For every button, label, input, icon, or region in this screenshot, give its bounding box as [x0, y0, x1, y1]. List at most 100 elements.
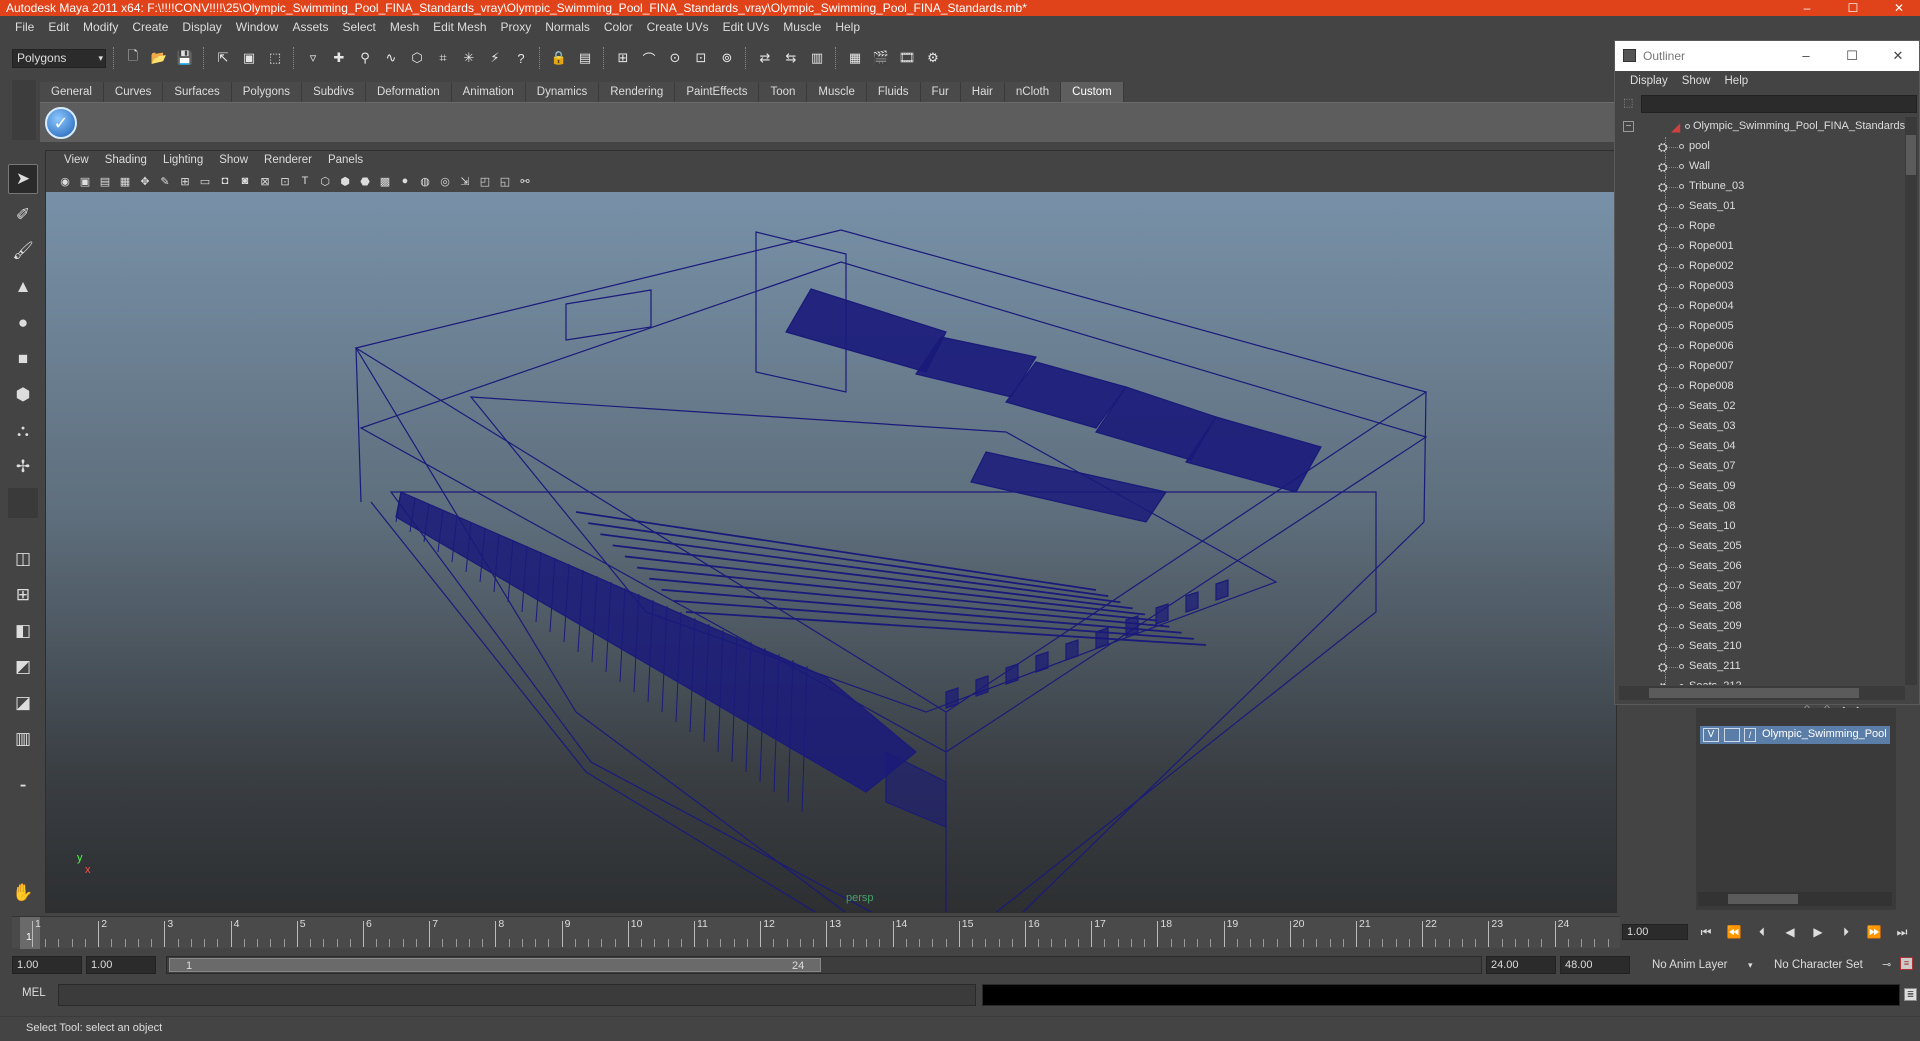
shelf-tab-fluids[interactable]: Fluids: [866, 82, 921, 102]
open-scene-icon[interactable]: 📂: [148, 47, 170, 69]
move-tool-icon[interactable]: ▲: [8, 272, 38, 302]
film-gate-icon[interactable]: ▭: [196, 172, 214, 190]
outliner-item[interactable]: ⛭ Rope: [1619, 217, 1905, 237]
select-curve-icon[interactable]: ∿: [380, 47, 402, 69]
layer-color-swatch[interactable]: /: [1744, 728, 1756, 742]
collapse-toggle-icon[interactable]: −: [1623, 121, 1634, 132]
select-joint-icon[interactable]: ⚲: [354, 47, 376, 69]
outliner-maximize-button[interactable]: ☐: [1829, 41, 1875, 71]
outliner-menu-display[interactable]: Display: [1623, 71, 1675, 91]
outliner-item[interactable]: ⛭ Seats_10: [1619, 517, 1905, 537]
new-scene-icon[interactable]: 🗋: [122, 47, 144, 69]
two-d-pan-icon[interactable]: ✥: [136, 172, 154, 190]
step-forward-frame-icon[interactable]: ⏵: [1836, 924, 1856, 940]
select-misc-icon[interactable]: ?: [510, 47, 532, 69]
shelf-tab-rendering[interactable]: Rendering: [599, 82, 676, 102]
menu-create[interactable]: Create: [125, 17, 175, 38]
menu-edit-uvs[interactable]: Edit UVs: [716, 17, 777, 38]
outliner-item[interactable]: ⛭ pool: [1619, 137, 1905, 157]
xray-joints-icon[interactable]: ◱: [496, 172, 514, 190]
outliner-item[interactable]: ⛭ Rope001: [1619, 237, 1905, 257]
universal-manipulator-icon[interactable]: ⬢: [8, 380, 38, 410]
select-surface-icon[interactable]: ⬡: [406, 47, 428, 69]
outliner-vscrollbar[interactable]: [1905, 117, 1917, 685]
command-input[interactable]: [58, 984, 976, 1006]
image-plane-icon[interactable]: ▦: [116, 172, 134, 190]
outliner-menu-show[interactable]: Show: [1675, 71, 1718, 91]
menu-proxy[interactable]: Proxy: [494, 17, 539, 38]
menu-color[interactable]: Color: [597, 17, 640, 38]
viewport-menu-show[interactable]: Show: [211, 151, 256, 170]
outliner-item[interactable]: ⛭ Rope008: [1619, 377, 1905, 397]
layer-visibility-toggle[interactable]: V: [1703, 728, 1719, 742]
shelf-tab-subdivs[interactable]: Subdivs: [302, 82, 366, 102]
menu-edit[interactable]: Edit: [41, 17, 76, 38]
select-hierarchy-icon[interactable]: ⇱: [212, 47, 234, 69]
shelf-tab-general[interactable]: General: [40, 82, 104, 102]
persp-graph-hypergraph-layout-icon[interactable]: ▥: [8, 724, 38, 754]
command-language-label[interactable]: MEL: [22, 987, 46, 999]
select-dynamics-icon[interactable]: ✳: [458, 47, 480, 69]
resolution-gate-icon[interactable]: ◘: [216, 172, 234, 190]
safe-title-icon[interactable]: T: [296, 172, 314, 190]
select-handle-icon[interactable]: ✚: [328, 47, 350, 69]
outliner-item[interactable]: ⛭ Rope005: [1619, 317, 1905, 337]
key-icon[interactable]: ⊸: [1882, 958, 1891, 971]
step-back-frame-icon[interactable]: ⏴: [1752, 924, 1772, 940]
viewport-menu-lighting[interactable]: Lighting: [155, 151, 211, 170]
lock-selection-icon[interactable]: 🔒: [548, 47, 570, 69]
select-component-icon[interactable]: ⬚: [264, 47, 286, 69]
menu-edit-mesh[interactable]: Edit Mesh: [426, 17, 493, 38]
output-ops-icon[interactable]: ⇆: [780, 47, 802, 69]
go-to-start-icon[interactable]: ⏮: [1696, 924, 1716, 940]
playback-end-field[interactable]: 24.00: [1486, 956, 1556, 974]
menu-help[interactable]: Help: [828, 17, 867, 38]
maximize-button[interactable]: ☐: [1830, 0, 1876, 16]
shelf-tab-custom[interactable]: Custom: [1061, 82, 1124, 102]
four-view-layout-icon[interactable]: ⊞: [8, 580, 38, 610]
highlight-selection-icon[interactable]: ▤: [574, 47, 596, 69]
save-scene-icon[interactable]: 💾: [174, 47, 196, 69]
paint-select-tool-icon[interactable]: 🖌: [8, 236, 38, 266]
render-view-icon[interactable]: ▦: [844, 47, 866, 69]
shelf-tab-ncloth[interactable]: nCloth: [1004, 82, 1062, 102]
outliner-item[interactable]: ⛭ Seats_04: [1619, 437, 1905, 457]
hypershade-layout-icon[interactable]: ◪: [8, 688, 38, 718]
menu-set-dropdown[interactable]: Polygons ▾: [12, 48, 106, 68]
outliner-item[interactable]: ⛭ Seats_205: [1619, 537, 1905, 557]
anim-prefs-icon[interactable]: ≡: [1900, 957, 1913, 970]
outliner-item[interactable]: ⛭ Seats_07: [1619, 457, 1905, 477]
select-object-icon[interactable]: ▣: [238, 47, 260, 69]
play-backwards-icon[interactable]: ◀: [1780, 924, 1800, 940]
playback-start-field[interactable]: 1.00: [86, 956, 156, 974]
menu-normals[interactable]: Normals: [538, 17, 597, 38]
ipr-render-icon[interactable]: 🎞: [896, 47, 918, 69]
outliner-root-item[interactable]: − ◢ Olympic_Swimming_Pool_FINA_Standards: [1619, 117, 1905, 137]
scrollbar-thumb[interactable]: [1728, 894, 1798, 904]
menu-muscle[interactable]: Muscle: [776, 17, 828, 38]
grid-toggle-icon[interactable]: ⊞: [176, 172, 194, 190]
filter-icon[interactable]: ⬚: [1623, 96, 1637, 110]
viewport-menu-view[interactable]: View: [56, 151, 97, 170]
outliner-item[interactable]: ⛭ Seats_08: [1619, 497, 1905, 517]
wireframe-shading-icon[interactable]: ⬡: [316, 172, 334, 190]
menu-select[interactable]: Select: [335, 17, 382, 38]
input-ops-icon[interactable]: ⇄: [754, 47, 776, 69]
shelf-tab-toon[interactable]: Toon: [759, 82, 808, 102]
shelf-tab-fur[interactable]: Fur: [920, 82, 961, 102]
isolate-select-icon[interactable]: ⇲: [456, 172, 474, 190]
bookmark-icon[interactable]: ▤: [96, 172, 114, 190]
shelf-tab-polygons[interactable]: Polygons: [231, 82, 303, 102]
step-forward-key-icon[interactable]: ⏩: [1864, 924, 1884, 940]
render-frame-icon[interactable]: 🎬: [870, 47, 892, 69]
viewport-menu-shading[interactable]: Shading: [97, 151, 155, 170]
wireframe-on-shaded-icon[interactable]: ⬣: [356, 172, 374, 190]
menu-mesh[interactable]: Mesh: [383, 17, 426, 38]
character-set-dropdown[interactable]: No Character Set: [1770, 956, 1890, 974]
xray-icon[interactable]: ◰: [476, 172, 494, 190]
outliner-filter-input[interactable]: [1641, 95, 1917, 113]
construction-history-icon[interactable]: ▥: [806, 47, 828, 69]
layout-dropdown-icon[interactable]: ⁃: [8, 772, 38, 802]
outliner-item[interactable]: ⛭ Seats_209: [1619, 617, 1905, 637]
smooth-shading-icon[interactable]: ⬢: [336, 172, 354, 190]
